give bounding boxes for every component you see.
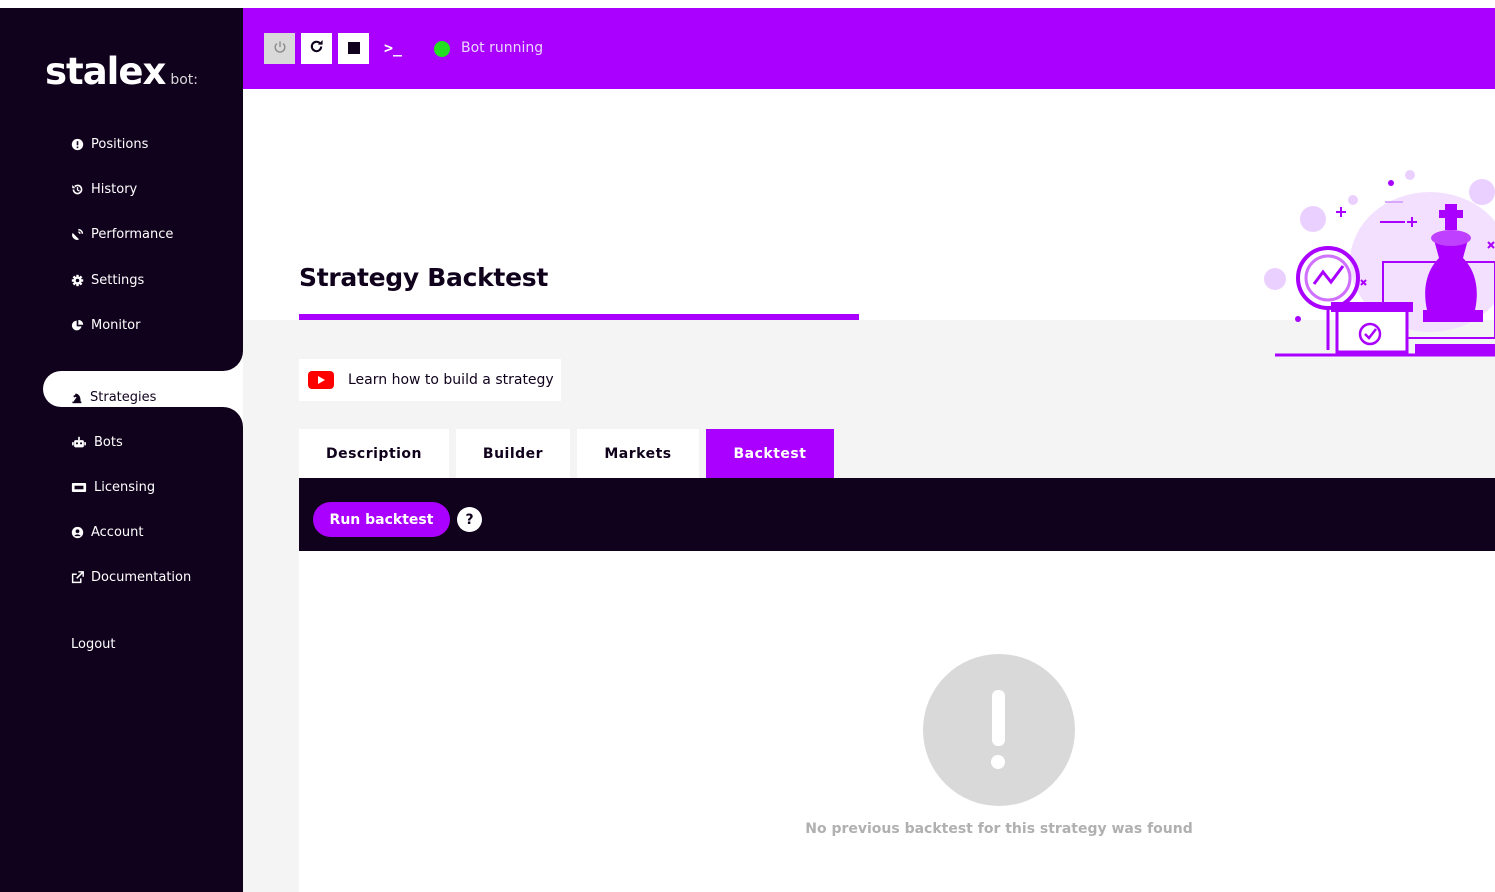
tab-backtest[interactable]: Backtest: [706, 429, 834, 478]
sidebar-item-label: Account: [91, 525, 144, 540]
tab-builder[interactable]: Builder: [456, 429, 570, 478]
sidebar-item-label: Bots: [94, 435, 123, 450]
sidebar-item-licensing[interactable]: Licensing: [71, 480, 155, 495]
sidebar-item-history[interactable]: History: [71, 182, 137, 197]
tab-description[interactable]: Description: [299, 429, 449, 478]
logout-label: Logout: [71, 637, 116, 652]
help-button[interactable]: ?: [457, 507, 482, 532]
sidebar-item-label: Settings: [91, 273, 145, 288]
backtest-results-panel: [299, 551, 1495, 892]
sidebar-item-monitor[interactable]: Monitor: [71, 318, 140, 333]
active-nav-curve-bottom: [203, 407, 243, 447]
sidebar-item-label: Performance: [91, 227, 174, 242]
stop-button[interactable]: [338, 33, 369, 64]
stop-icon: [347, 39, 360, 58]
sidebar-item-label: Positions: [91, 137, 149, 152]
empty-state-message: No previous backtest for this strategy w…: [805, 821, 1193, 837]
status-text: Bot running: [461, 40, 544, 56]
exclamation-dot: [991, 755, 1005, 769]
tab-markets[interactable]: Markets: [577, 429, 699, 478]
sidebar-item-strategies[interactable]: Strategies: [70, 390, 156, 405]
sidebar-item-positions[interactable]: Positions: [71, 137, 148, 152]
sidebar-item-label: Documentation: [91, 570, 192, 585]
logout-link[interactable]: Logout: [71, 637, 116, 652]
active-nav-curve-top: [203, 331, 243, 371]
robot-icon: [71, 436, 87, 449]
terminal-icon[interactable]: >_: [384, 39, 402, 57]
user-circle-icon: [71, 526, 84, 539]
top-bar: >_ Bot running: [243, 8, 1495, 89]
run-backtest-button[interactable]: Run backtest: [313, 502, 450, 537]
sidebar-item-bots[interactable]: Bots: [71, 435, 123, 450]
satellite-dish-icon: [71, 228, 84, 241]
power-icon: [273, 39, 287, 58]
info-circle-icon: [71, 138, 84, 151]
sidebar-item-label: Monitor: [91, 318, 141, 333]
logo[interactable]: stalex bot:: [45, 50, 198, 93]
chess-knight-icon: [70, 391, 83, 404]
sidebar-item-documentation[interactable]: Documentation: [71, 570, 191, 585]
learn-link-label: Learn how to build a strategy: [348, 372, 554, 388]
pie-chart-icon: [71, 319, 84, 332]
sidebar-item-settings[interactable]: Settings: [71, 273, 144, 288]
logo-text: stalex: [45, 50, 166, 93]
power-button[interactable]: [264, 33, 295, 64]
learn-strategy-link[interactable]: Learn how to build a strategy: [299, 359, 561, 401]
top-strip: [0, 0, 1495, 8]
backtest-toolbar: Run backtest ?: [299, 478, 1495, 551]
restart-button[interactable]: [301, 33, 332, 64]
refresh-icon: [309, 39, 324, 58]
strategy-illustration: [1255, 162, 1495, 362]
sidebar-item-performance[interactable]: Performance: [71, 227, 173, 242]
sidebar-item-label: History: [91, 182, 138, 197]
sidebar-item-label: Licensing: [94, 480, 156, 495]
logo-subtext: bot:: [170, 72, 198, 88]
history-icon: [71, 183, 84, 196]
title-underline: [299, 314, 859, 320]
status-indicator: [434, 41, 450, 57]
exclamation-bar: [992, 690, 1005, 746]
page-title: Strategy Backtest: [299, 263, 548, 292]
sidebar-item-label: Strategies: [90, 390, 157, 405]
ticket-icon: [71, 481, 87, 494]
gear-icon: [71, 274, 84, 287]
youtube-icon: [308, 371, 334, 389]
external-link-icon: [71, 571, 84, 584]
sidebar-item-account[interactable]: Account: [71, 525, 144, 540]
